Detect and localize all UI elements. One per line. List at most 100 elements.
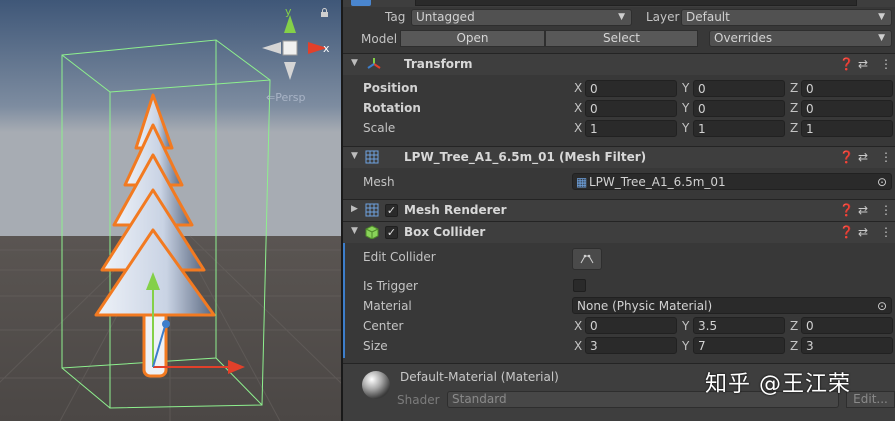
box-collider-icon bbox=[365, 225, 379, 242]
rotation-label: Rotation bbox=[363, 101, 421, 115]
physic-material-field[interactable]: None (Physic Material) ⊙ bbox=[572, 297, 892, 314]
axis-x-label: X bbox=[574, 101, 583, 115]
open-button[interactable]: Open bbox=[400, 30, 545, 47]
overrides-dropdown[interactable]: Overrides ▼ bbox=[709, 30, 892, 47]
model-label: Model bbox=[361, 32, 398, 46]
axis-x-label: X bbox=[574, 81, 583, 95]
watermark-text: 知乎 @王江荣 bbox=[705, 372, 851, 397]
rotation-y-field[interactable]: 0 bbox=[693, 100, 785, 117]
edit-shader-button[interactable]: Edit... bbox=[846, 391, 895, 408]
edit-collider-label: Edit Collider bbox=[363, 250, 436, 264]
gizmo-y-label: y bbox=[285, 5, 292, 18]
foldout-arrow-icon[interactable]: ▶ bbox=[351, 204, 358, 214]
size-row: Size X 3 Y 7 Z 3 bbox=[343, 336, 895, 356]
mesh-renderer-header[interactable]: ▶ ✓ Mesh Renderer ❓ ⇄ ⋮ bbox=[343, 199, 895, 221]
center-y-field[interactable]: 3.5 bbox=[693, 317, 785, 334]
object-header-strip bbox=[343, 0, 895, 7]
axis-x-label: X bbox=[574, 339, 583, 353]
material-preview-sphere bbox=[362, 371, 390, 399]
axis-x-label: X bbox=[574, 319, 583, 333]
position-z-field[interactable]: 0 bbox=[801, 80, 893, 97]
presets-icon[interactable]: ⇄ bbox=[858, 57, 868, 71]
select-button[interactable]: Select bbox=[545, 30, 698, 47]
scale-y-field[interactable]: 1 bbox=[693, 120, 785, 137]
scene-view[interactable]: y x ⇐Persp bbox=[0, 0, 341, 421]
inspector-panel: Tag Untagged ▼ Layer Default ▼ Model Open … bbox=[343, 0, 895, 421]
mesh-asset-icon: ▦ bbox=[576, 175, 588, 189]
axis-y-label: Y bbox=[682, 339, 690, 353]
mesh-renderer-title: Mesh Renderer bbox=[404, 203, 507, 217]
scene-canvas[interactable]: y x bbox=[0, 0, 341, 421]
chevron-down-icon: ▼ bbox=[878, 33, 885, 43]
edit-collider-row: Edit Collider bbox=[343, 247, 895, 273]
layer-dropdown[interactable]: Default ▼ bbox=[681, 9, 892, 26]
mesh-filter-header[interactable]: ▼ LPW_Tree_A1_6.5m_01 (Mesh Filter) ❓ ⇄ … bbox=[343, 146, 895, 168]
size-label: Size bbox=[363, 339, 388, 353]
rotation-z-field[interactable]: 0 bbox=[801, 100, 893, 117]
size-x-field[interactable]: 3 bbox=[585, 337, 677, 354]
is-trigger-label: Is Trigger bbox=[363, 279, 418, 293]
mesh-renderer-enabled-checkbox[interactable]: ✓ bbox=[385, 204, 398, 217]
axis-y-label: Y bbox=[682, 81, 690, 95]
mesh-object-field[interactable]: ▦ LPW_Tree_A1_6.5m_01 ⊙ bbox=[572, 173, 892, 190]
object-picker-icon[interactable]: ⊙ bbox=[877, 298, 887, 313]
scale-z-field[interactable]: 1 bbox=[801, 120, 893, 137]
position-row: Position X 0 Y 0 Z 0 bbox=[343, 79, 895, 99]
center-row: Center X 0 Y 3.5 Z 0 bbox=[343, 316, 895, 336]
tag-dropdown[interactable]: Untagged ▼ bbox=[411, 9, 632, 26]
center-label: Center bbox=[363, 319, 404, 333]
presets-icon[interactable]: ⇄ bbox=[858, 225, 868, 239]
transform-icon bbox=[367, 57, 381, 74]
axis-y-label: Y bbox=[682, 319, 690, 333]
axis-y-label: Y bbox=[682, 121, 690, 135]
help-icon[interactable]: ❓ bbox=[839, 57, 854, 71]
material-row: Material None (Physic Material) ⊙ bbox=[343, 296, 895, 316]
mesh-filter-icon bbox=[365, 150, 379, 167]
rotation-x-field[interactable]: 0 bbox=[585, 100, 677, 117]
axis-z-label: Z bbox=[790, 319, 799, 333]
lock-icon[interactable] bbox=[320, 8, 329, 17]
layer-value: Default bbox=[686, 10, 730, 24]
box-collider-header[interactable]: ▼ ✓ Box Collider ❓ ⇄ ⋮ bbox=[343, 221, 895, 243]
center-z-field[interactable]: 0 bbox=[801, 317, 893, 334]
position-x-field[interactable]: 0 bbox=[585, 80, 677, 97]
help-icon[interactable]: ❓ bbox=[839, 203, 854, 217]
object-name-field[interactable] bbox=[415, 0, 857, 6]
edit-collider-button[interactable] bbox=[572, 248, 602, 270]
object-picker-icon[interactable]: ⊙ bbox=[877, 174, 887, 189]
transform-header[interactable]: ▼ Transform ❓ ⇄ ⋮ bbox=[343, 53, 895, 75]
is-trigger-checkbox[interactable] bbox=[573, 279, 586, 292]
position-y-field[interactable]: 0 bbox=[693, 80, 785, 97]
center-x-field[interactable]: 0 bbox=[585, 317, 677, 334]
more-options-icon[interactable]: ⋮ bbox=[880, 225, 892, 239]
presets-icon[interactable]: ⇄ bbox=[858, 150, 868, 164]
overrides-label: Overrides bbox=[714, 31, 773, 45]
foldout-arrow-icon[interactable]: ▼ bbox=[351, 226, 358, 236]
more-options-icon[interactable]: ⋮ bbox=[880, 150, 892, 164]
size-y-field[interactable]: 7 bbox=[693, 337, 785, 354]
axis-z-label: Z bbox=[790, 121, 799, 135]
presets-icon[interactable]: ⇄ bbox=[858, 203, 868, 217]
size-z-field[interactable]: 3 bbox=[801, 337, 893, 354]
mesh-renderer-icon bbox=[365, 203, 379, 220]
help-icon[interactable]: ❓ bbox=[839, 150, 854, 164]
more-options-icon[interactable]: ⋮ bbox=[880, 57, 892, 71]
axis-z-label: Z bbox=[790, 81, 799, 95]
foldout-arrow-icon[interactable]: ▼ bbox=[351, 58, 358, 68]
tag-label: Tag bbox=[385, 10, 406, 24]
mesh-row: Mesh ▦ LPW_Tree_A1_6.5m_01 ⊙ bbox=[343, 172, 895, 192]
shader-label: Shader bbox=[397, 393, 440, 407]
help-icon[interactable]: ❓ bbox=[839, 225, 854, 239]
scale-x-field[interactable]: 1 bbox=[585, 120, 677, 137]
more-options-icon[interactable]: ⋮ bbox=[880, 203, 892, 217]
axis-z-label: Z bbox=[790, 101, 799, 115]
persp-toggle[interactable]: ⇐Persp bbox=[266, 91, 305, 104]
scale-row: Scale X 1 Y 1 Z 1 bbox=[343, 119, 895, 139]
layer-label: Layer bbox=[646, 10, 680, 24]
axis-z-label: Z bbox=[790, 339, 799, 353]
axis-y-label: Y bbox=[682, 101, 690, 115]
box-collider-enabled-checkbox[interactable]: ✓ bbox=[385, 226, 398, 239]
mesh-value: LPW_Tree_A1_6.5m_01 bbox=[589, 175, 726, 189]
foldout-arrow-icon[interactable]: ▼ bbox=[351, 151, 358, 161]
material-name: Default-Material (Material) bbox=[400, 370, 559, 384]
